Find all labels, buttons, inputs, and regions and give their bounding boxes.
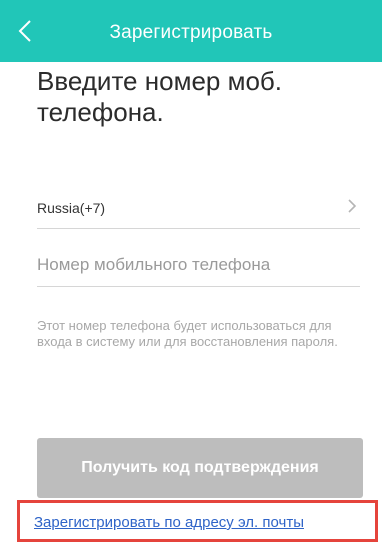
register-screen: Зарегистрировать Введите номер моб. теле… bbox=[0, 0, 382, 545]
get-verification-code-button[interactable]: Получить код подтверждения bbox=[37, 438, 363, 498]
country-code-label: Russia(+7) bbox=[37, 200, 106, 216]
form-heading: Введите номер моб. телефона. bbox=[37, 66, 283, 127]
phone-number-input[interactable] bbox=[37, 244, 360, 287]
register-by-email-link[interactable]: Зарегистрировать по адресу эл. почты bbox=[34, 514, 304, 531]
header-bar: Зарегистрировать bbox=[0, 0, 382, 62]
country-selector[interactable]: Russia(+7) bbox=[37, 186, 360, 229]
chevron-right-icon bbox=[348, 199, 357, 213]
phone-usage-hint: Этот номер телефона будет использоваться… bbox=[37, 318, 338, 349]
page-title: Зарегистрировать bbox=[109, 22, 273, 43]
